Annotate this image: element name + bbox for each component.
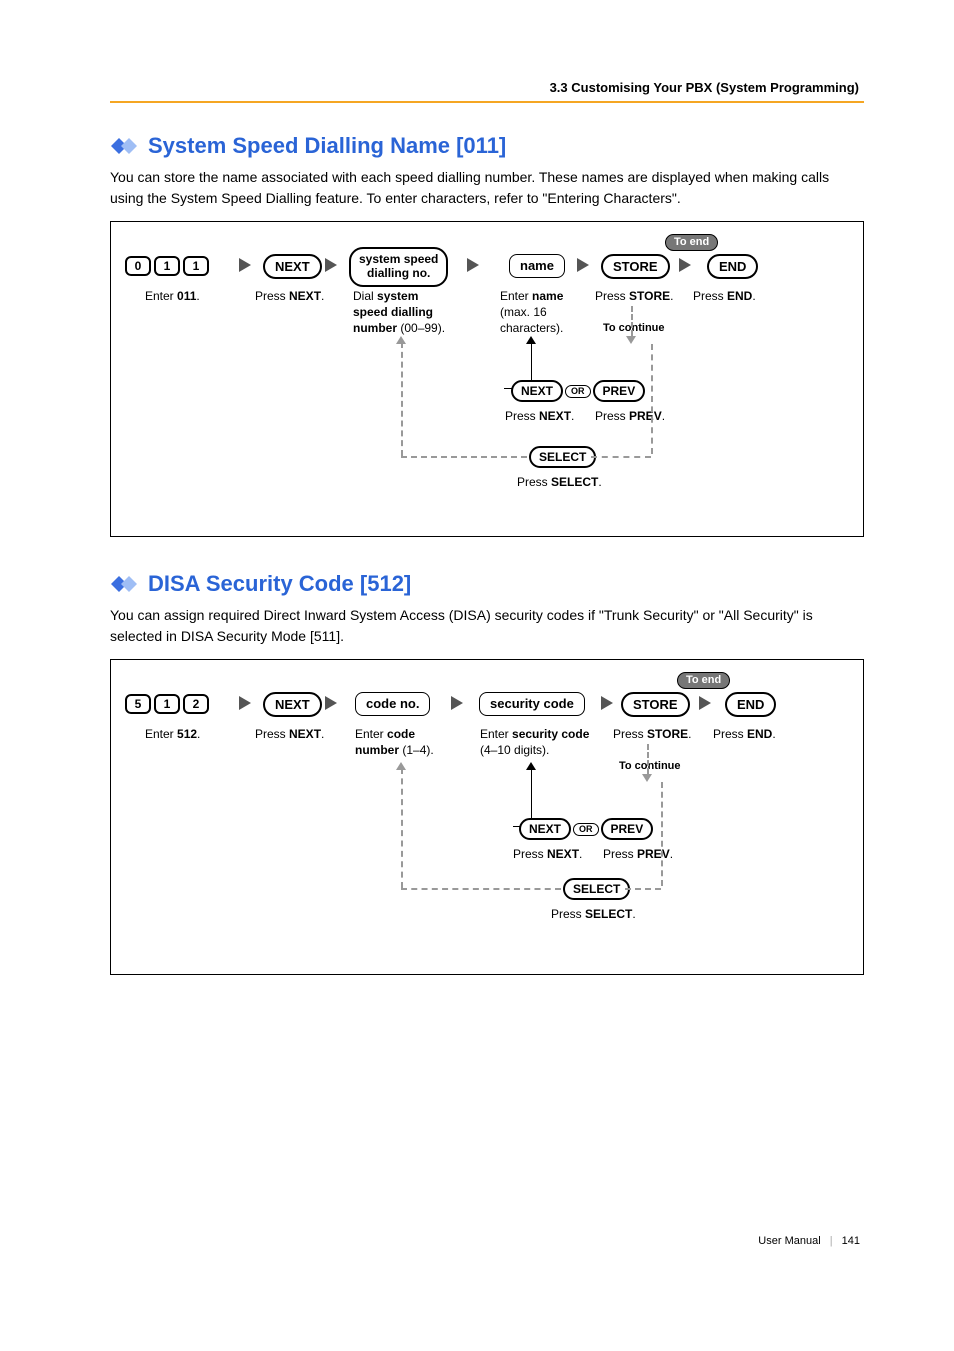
next-loop-desc: Press NEXT. (509, 846, 586, 862)
step1-desc: Enter 011. (141, 288, 204, 304)
or-label: OR (565, 385, 591, 398)
arrow-right-icon (451, 696, 463, 710)
arrow-right-icon (467, 258, 479, 272)
digit-key: 1 (154, 694, 180, 714)
step5-desc: Press STORE. (609, 726, 695, 742)
end-button: END (707, 254, 758, 279)
end-button: END (725, 692, 776, 717)
store-button: STORE (621, 692, 690, 717)
prev-loop-desc: Press PREV. (599, 846, 677, 862)
arrow-right-icon (325, 258, 337, 272)
diamond-icon (110, 575, 138, 593)
to-continue-label: To continue (619, 760, 681, 772)
prev-loop-button: PREV (601, 818, 654, 840)
digit-key: 5 (125, 694, 151, 714)
section1-title: System Speed Dialling Name [011] (148, 133, 506, 159)
step2-desc: Press NEXT. (251, 726, 328, 742)
section1-flow: To end 0 1 1 NEXT system speeddialling n… (110, 221, 864, 537)
section1-description: You can store the name associated with e… (110, 167, 864, 209)
store-button: STORE (601, 254, 670, 279)
section2-description: You can assign required Direct Inward Sy… (110, 605, 864, 647)
select-button: SELECT (563, 878, 630, 900)
prev-loop-desc: Press PREV. (591, 408, 669, 424)
arrow-right-icon (239, 258, 251, 272)
select-button: SELECT (529, 446, 596, 468)
name-box: name (509, 254, 565, 278)
page-footer: User Manual | 141 (110, 1235, 864, 1247)
section1-heading: System Speed Dialling Name [011] (110, 133, 864, 159)
next-loop-button: NEXT (511, 380, 563, 402)
section2-flow: To end 5 1 2 NEXT code no. security code… (110, 659, 864, 975)
step6-desc: Press END. (709, 726, 780, 742)
step3-desc: Dial system speed dialling number (00–99… (349, 288, 467, 337)
prev-loop-button: PREV (593, 380, 646, 402)
step3-desc: Enter code number (1–4). (351, 726, 459, 758)
code-no-box: code no. (355, 692, 430, 716)
select-desc: Press SELECT. (547, 906, 640, 922)
arrow-right-icon (601, 696, 613, 710)
arrow-right-icon (699, 696, 711, 710)
diamond-icon (110, 137, 138, 155)
step6-desc: Press END. (689, 288, 760, 304)
or-label: OR (573, 823, 599, 836)
select-desc: Press SELECT. (513, 474, 606, 490)
footer-label: User Manual (758, 1235, 820, 1247)
step5-desc: Press STORE. (591, 288, 677, 304)
arrow-right-icon (239, 696, 251, 710)
section-header: 3.3 Customising Your PBX (System Program… (110, 80, 864, 103)
next-button: NEXT (263, 254, 322, 279)
security-code-box: security code (479, 692, 585, 716)
step4-desc: Enter security code (4–10 digits). (476, 726, 614, 758)
speed-dial-no-box: system speeddialling no. (349, 247, 448, 287)
digit-key: 1 (154, 256, 180, 276)
next-loop-button: NEXT (519, 818, 571, 840)
to-continue-label: To continue (603, 322, 665, 334)
arrow-right-icon (325, 696, 337, 710)
to-end-label: To end (665, 232, 718, 251)
section2-title: DISA Security Code [512] (148, 571, 411, 597)
digit-key: 2 (183, 694, 209, 714)
digit-key: 0 (125, 256, 151, 276)
page-number: 141 (842, 1235, 860, 1247)
arrow-right-icon (577, 258, 589, 272)
next-prev-group: NEXT OR PREV (511, 380, 645, 402)
step2-desc: Press NEXT. (251, 288, 328, 304)
arrow-right-icon (679, 258, 691, 272)
next-prev-group: NEXT OR PREV (519, 818, 653, 840)
next-button: NEXT (263, 692, 322, 717)
section2-heading: DISA Security Code [512] (110, 571, 864, 597)
next-loop-desc: Press NEXT. (501, 408, 578, 424)
digit-key: 1 (183, 256, 209, 276)
to-end-label: To end (677, 670, 730, 689)
step1-desc: Enter 512. (141, 726, 204, 742)
step4-desc: Enter name (max. 16 characters). (496, 288, 594, 337)
